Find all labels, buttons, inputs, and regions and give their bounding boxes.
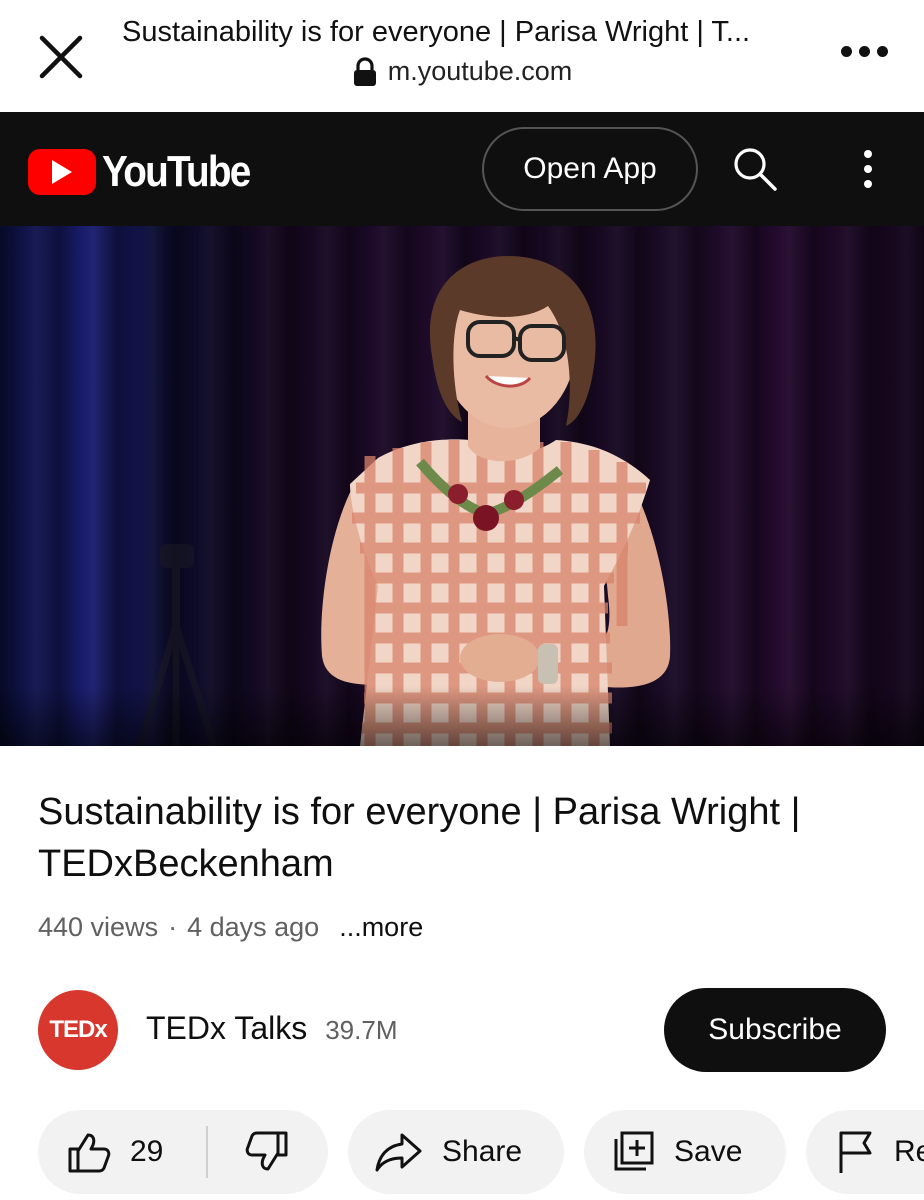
report-button[interactable]: Re: [806, 1110, 924, 1194]
more-vertical-icon[interactable]: [850, 146, 886, 192]
channel-name: TEDx Talks: [146, 1010, 308, 1046]
video-frame: [136, 256, 671, 746]
subscriber-count: 39.7M: [325, 1015, 398, 1045]
youtube-logo[interactable]: YouTube: [28, 147, 270, 197]
video-title: Sustainability is for everyone | Parisa …: [38, 791, 801, 885]
meta-separator: ·: [168, 912, 178, 942]
youtube-play-icon: [28, 149, 96, 195]
youtube-logo-text: YouTube: [102, 147, 251, 196]
report-label: Re: [894, 1135, 924, 1168]
url-text: m.youtube.com: [387, 56, 573, 86]
dislike-button[interactable]: [208, 1110, 326, 1194]
video-meta[interactable]: 440 views · 4 days ago ...more: [38, 912, 423, 943]
more-horizontal-icon[interactable]: [836, 36, 892, 66]
save-label: Save: [674, 1135, 743, 1168]
thumbs-up-icon: [66, 1129, 112, 1175]
lock-icon: [352, 56, 378, 87]
url-display[interactable]: m.youtube.com: [0, 56, 924, 87]
browser-page-title: Sustainability is for everyone | Parisa …: [122, 16, 751, 48]
video-player[interactable]: [0, 226, 924, 746]
browser-bar: Sustainability is for everyone | Parisa …: [0, 0, 924, 112]
subscribe-button[interactable]: Subscribe: [664, 988, 886, 1072]
like-dislike-chip: 29: [38, 1110, 328, 1194]
channel-name-link[interactable]: TEDx Talks 39.7M: [146, 1010, 397, 1047]
flag-icon: [836, 1129, 876, 1175]
share-label: Share: [442, 1135, 523, 1168]
more-description-link[interactable]: ...more: [339, 912, 423, 943]
share-button[interactable]: Share: [348, 1110, 564, 1194]
open-app-button[interactable]: Open App: [482, 127, 698, 211]
like-count: 29: [130, 1135, 164, 1168]
thumbs-down-icon: [244, 1129, 290, 1175]
upload-date: 4 days ago: [187, 912, 320, 942]
view-count: 440 views: [38, 912, 159, 942]
channel-row: TEDx TEDx Talks 39.7M Subscribe: [38, 988, 886, 1072]
share-icon: [374, 1131, 424, 1173]
save-to-playlist-icon: [610, 1129, 656, 1175]
like-button[interactable]: 29: [38, 1110, 206, 1194]
search-icon[interactable]: [728, 142, 782, 196]
save-button[interactable]: Save: [584, 1110, 786, 1194]
video-shadow: [0, 686, 924, 746]
youtube-header: YouTube Open App: [0, 112, 924, 226]
channel-avatar[interactable]: TEDx: [38, 990, 118, 1070]
action-bar: 29 Share Save Re: [38, 1110, 924, 1194]
channel-avatar-text: TEDx: [49, 1016, 107, 1043]
